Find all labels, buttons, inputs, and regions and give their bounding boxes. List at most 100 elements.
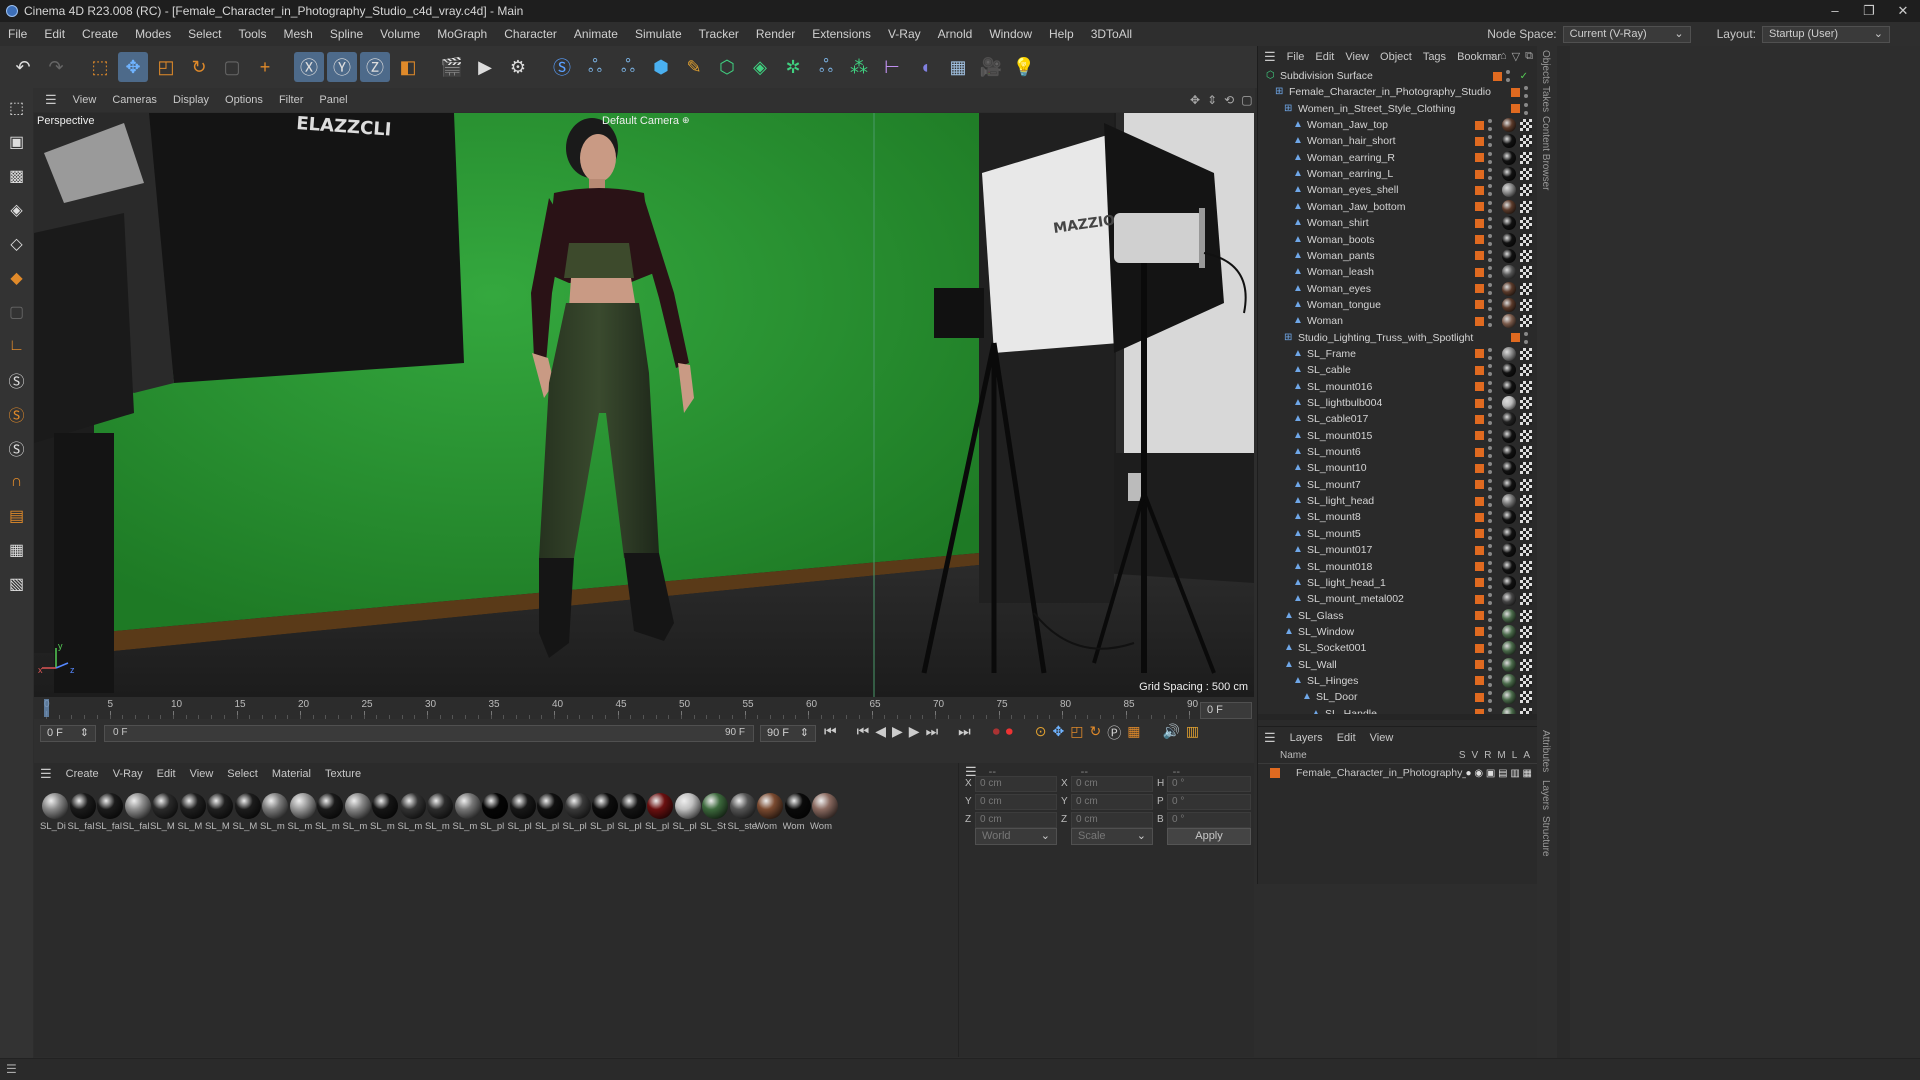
- record-icon[interactable]: ⏺: [993, 723, 1000, 743]
- texture-tag-icon[interactable]: [1520, 625, 1532, 638]
- menu-tracker[interactable]: Tracker: [699, 27, 739, 41]
- layers-menu-layers[interactable]: Layers: [1290, 732, 1323, 744]
- menu-mesh[interactable]: Mesh: [283, 27, 312, 41]
- object-tree-row[interactable]: ▲ SL_cable017: [1258, 411, 1538, 427]
- material-tag-icon[interactable]: [1502, 657, 1516, 672]
- object-tree-row[interactable]: ▲ SL_mount10: [1258, 460, 1538, 476]
- minimize-button[interactable]: –: [1818, 0, 1852, 22]
- close-button[interactable]: ✕: [1886, 0, 1920, 22]
- layer-flag-icon[interactable]: [1475, 496, 1484, 506]
- layer-flag-icon[interactable]: [1475, 611, 1484, 621]
- layer-flag-icon[interactable]: [1511, 104, 1520, 114]
- coord-size-field[interactable]: 0 cm: [1071, 776, 1153, 792]
- material-swatch[interactable]: [537, 793, 563, 819]
- material-tag-icon[interactable]: [1502, 494, 1516, 509]
- layer-color-swatch[interactable]: [1270, 768, 1280, 778]
- recent-tool-icon[interactable]: ▢: [217, 52, 247, 82]
- rotate-icon[interactable]: ↻: [184, 52, 214, 82]
- material-swatch[interactable]: [784, 793, 811, 819]
- search-icon[interactable]: ⌕: [1489, 50, 1495, 63]
- viewport-menu-filter[interactable]: Filter: [279, 94, 303, 106]
- layer-row[interactable]: Female_Character_in_Photography_Studio ●…: [1258, 764, 1538, 782]
- object-hscrollbar[interactable]: [1258, 714, 1538, 720]
- playhead[interactable]: [44, 699, 49, 717]
- object-tree-row[interactable]: ▲ SL_mount015: [1258, 428, 1538, 444]
- layer-flag-icon[interactable]: [1511, 333, 1520, 343]
- material-tag-icon[interactable]: [1502, 510, 1516, 525]
- material-tag-icon[interactable]: [1502, 445, 1516, 460]
- object-tree-row[interactable]: ⬡ Subdivision Surface ✓: [1258, 68, 1538, 84]
- texture-tag-icon[interactable]: [1520, 184, 1532, 197]
- material-swatch[interactable]: [427, 793, 453, 819]
- object-tree-row[interactable]: ▲ Woman_pants: [1258, 248, 1538, 264]
- texture-tag-icon[interactable]: [1520, 135, 1532, 148]
- uv-mode-icon[interactable]: ▢: [4, 298, 30, 326]
- coord-pos-field[interactable]: 0 cm: [975, 812, 1057, 828]
- material-tag-icon[interactable]: [1502, 281, 1516, 296]
- layers-menu-view[interactable]: View: [1370, 732, 1394, 744]
- menu-help[interactable]: Help: [1049, 27, 1074, 41]
- visibility-dots-icon[interactable]: [1488, 609, 1494, 622]
- prev-frame-icon[interactable]: ◀: [875, 723, 886, 743]
- filter-icon[interactable]: ▽: [1512, 50, 1520, 63]
- material-swatch[interactable]: [454, 793, 481, 819]
- render-region-icon[interactable]: 🎬: [437, 52, 467, 82]
- material-swatch[interactable]: [509, 793, 536, 819]
- menu-tools[interactable]: Tools: [238, 27, 266, 41]
- visibility-dots-icon[interactable]: [1524, 86, 1530, 99]
- material-swatch[interactable]: [97, 793, 123, 819]
- layers-menu-icon[interactable]: ☰: [1264, 730, 1276, 746]
- material-swatch[interactable]: [152, 793, 178, 819]
- layers-menu-edit[interactable]: Edit: [1337, 732, 1356, 744]
- layer-flag-icon[interactable]: [1475, 382, 1484, 392]
- viewport-menu-view[interactable]: View: [73, 94, 97, 106]
- material-tag-icon[interactable]: [1502, 150, 1516, 165]
- menu-v-ray[interactable]: V-Ray: [888, 27, 921, 41]
- workplane-icon[interactable]: ▤: [4, 502, 30, 530]
- layer-flag-icon[interactable]: [1475, 235, 1484, 244]
- object-tree-row[interactable]: ▲ SL_mount016: [1258, 379, 1538, 395]
- visibility-dots-icon[interactable]: [1488, 576, 1494, 589]
- object-tree-row[interactable]: ▲ SL_light_head: [1258, 493, 1538, 509]
- move-icon[interactable]: ✥: [118, 52, 148, 82]
- material-tag-icon[interactable]: [1502, 216, 1516, 231]
- polygons-mode-icon[interactable]: ◆: [4, 264, 30, 292]
- visibility-dots-icon[interactable]: [1488, 266, 1494, 279]
- object-tree-row[interactable]: ▲ SL_Wall: [1258, 657, 1538, 673]
- object-tree-row[interactable]: ▲ Woman_Jaw_top: [1258, 117, 1538, 133]
- object-menu-object[interactable]: Object: [1380, 51, 1412, 63]
- material-menu-v-ray[interactable]: V-Ray: [113, 768, 143, 780]
- texture-tag-icon[interactable]: [1520, 495, 1532, 508]
- undo-icon[interactable]: ↶: [8, 52, 38, 82]
- material-tag-icon[interactable]: [1502, 363, 1516, 378]
- layer-flag-icon[interactable]: [1475, 218, 1484, 228]
- menu-arnold[interactable]: Arnold: [938, 27, 973, 41]
- material-swatch[interactable]: [42, 793, 68, 819]
- material-tag-icon[interactable]: [1502, 412, 1516, 427]
- texture-tag-icon[interactable]: [1520, 478, 1532, 491]
- visibility-dots-icon[interactable]: [1488, 233, 1494, 246]
- visibility-dots-icon[interactable]: [1488, 527, 1494, 540]
- next-key-icon[interactable]: ⏭: [926, 723, 939, 743]
- material-tag-icon[interactable]: [1502, 314, 1516, 329]
- material-swatch[interactable]: [344, 793, 371, 819]
- key-position-icon[interactable]: ✥: [1053, 723, 1065, 743]
- visibility-dots-icon[interactable]: [1488, 184, 1494, 197]
- material-swatch[interactable]: [234, 793, 261, 819]
- material-tag-icon[interactable]: [1502, 248, 1516, 263]
- object-tree-row[interactable]: ▲ SL_lightbulb004: [1258, 395, 1538, 411]
- visibility-dots-icon[interactable]: [1524, 331, 1530, 344]
- layer-flag-icon[interactable]: [1475, 578, 1484, 588]
- subdivision-icon[interactable]: ⬡: [712, 52, 742, 82]
- deformer-icon[interactable]: ⁂: [844, 52, 874, 82]
- layer-flag-icon[interactable]: [1475, 267, 1484, 277]
- key-pla-icon[interactable]: ▦: [1127, 723, 1140, 743]
- coordinate-system-icon[interactable]: ◧: [393, 52, 423, 82]
- material-swatch[interactable]: [564, 793, 591, 819]
- texture-tag-icon[interactable]: [1520, 347, 1532, 360]
- material-tag-icon[interactable]: [1502, 641, 1516, 656]
- texture-tag-icon[interactable]: [1520, 266, 1532, 279]
- layer-flag-icon[interactable]: [1475, 627, 1484, 637]
- live-selection-icon[interactable]: ⬚: [85, 52, 115, 82]
- material-tag-icon[interactable]: [1502, 624, 1516, 639]
